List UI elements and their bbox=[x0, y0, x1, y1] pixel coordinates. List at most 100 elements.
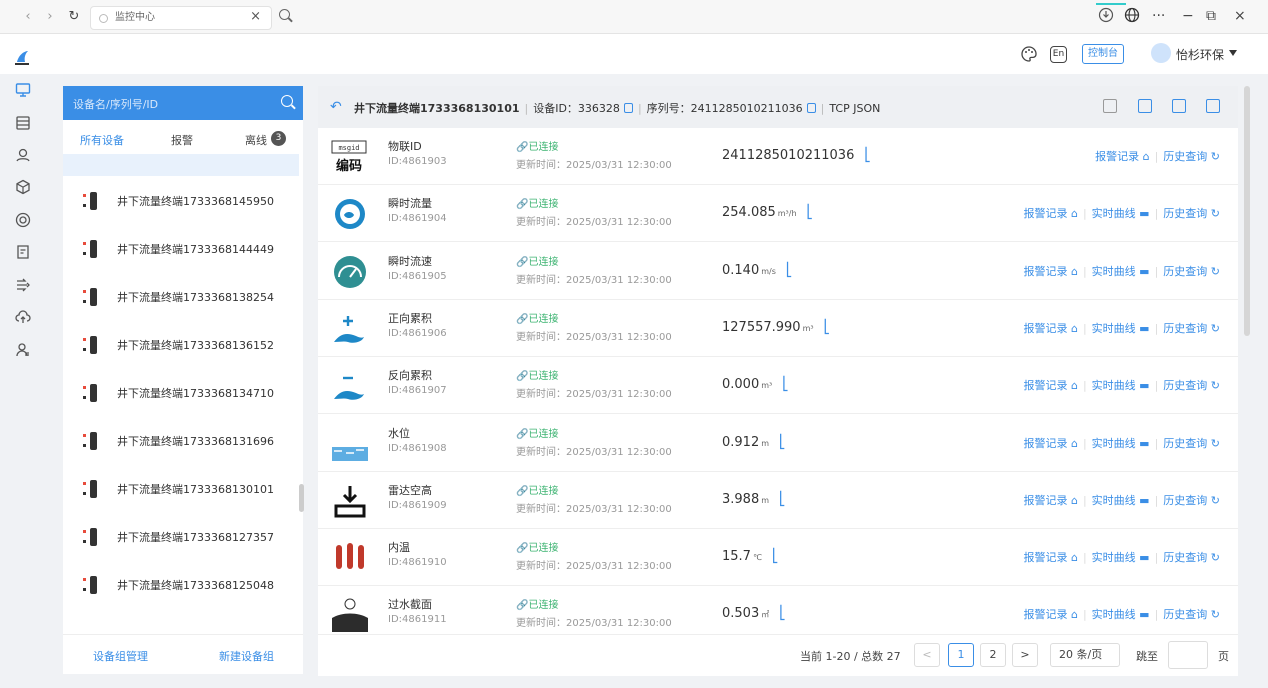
chart-icon[interactable]: ▬ bbox=[1139, 551, 1149, 564]
settings-panel-icon[interactable] bbox=[1172, 99, 1186, 113]
history-icon[interactable]: ↻ bbox=[1211, 437, 1220, 450]
device-list-scrollbar[interactable] bbox=[299, 484, 304, 512]
device-list-item[interactable]: 井下流量终端1733368144449 bbox=[63, 236, 299, 266]
device-list-item[interactable]: 井下流量终端1733368127357 bbox=[63, 524, 299, 554]
alarm-bell-icon[interactable]: ⌂ bbox=[1071, 437, 1078, 450]
cube-icon[interactable] bbox=[15, 179, 31, 195]
prev-page-button[interactable]: < bbox=[914, 643, 940, 667]
more-menu-icon[interactable]: ··· bbox=[1152, 8, 1165, 24]
palette-icon[interactable] bbox=[1020, 45, 1038, 63]
history-icon[interactable]: ↻ bbox=[1211, 494, 1220, 507]
realtime-curve-link[interactable]: 实时曲线 bbox=[1092, 551, 1136, 564]
alarm-bell-icon[interactable]: ⌂ bbox=[1143, 150, 1150, 163]
monitor-icon[interactable] bbox=[15, 82, 31, 98]
alarm-icon[interactable] bbox=[15, 212, 31, 228]
device-list-item[interactable]: 井下流量终端1733368145950 bbox=[63, 188, 299, 218]
cloud-upload-icon[interactable] bbox=[15, 309, 31, 325]
back-arrow-icon[interactable]: ‹ bbox=[20, 9, 36, 25]
alarm-record-link[interactable]: 报警记录 bbox=[1023, 322, 1067, 335]
edit-value-icon[interactable]: ⎣ bbox=[779, 492, 786, 507]
history-icon[interactable]: ↻ bbox=[1211, 608, 1220, 621]
chart-icon[interactable]: ▬ bbox=[1139, 379, 1149, 392]
history-query-link[interactable]: 历史查询 bbox=[1163, 437, 1207, 450]
device-list-item[interactable]: 井下流量终端1733368136152 bbox=[63, 332, 299, 362]
history-query-link[interactable]: 历史查询 bbox=[1163, 322, 1207, 335]
group-manage-button[interactable]: 设备组管理 bbox=[93, 648, 148, 664]
realtime-curve-link[interactable]: 实时曲线 bbox=[1092, 265, 1136, 278]
realtime-curve-link[interactable]: 实时曲线 bbox=[1092, 207, 1136, 220]
history-query-link[interactable]: 历史查询 bbox=[1163, 551, 1207, 564]
history-icon[interactable]: ↻ bbox=[1211, 379, 1220, 392]
realtime-curve-link[interactable]: 实时曲线 bbox=[1092, 379, 1136, 392]
alarm-record-link[interactable]: 报警记录 bbox=[1023, 551, 1067, 564]
history-icon[interactable]: ↻ bbox=[1211, 207, 1220, 220]
chart-icon[interactable]: ▬ bbox=[1139, 437, 1149, 450]
copy-icon[interactable] bbox=[623, 103, 633, 113]
history-query-link[interactable]: 历史查询 bbox=[1163, 379, 1207, 392]
tab-alarm[interactable]: 报警 bbox=[171, 132, 193, 148]
realtime-curve-link[interactable]: 实时曲线 bbox=[1092, 494, 1136, 507]
page-2-button[interactable]: 2 bbox=[980, 643, 1006, 667]
close-tab-icon[interactable]: × bbox=[250, 9, 261, 24]
search-icon[interactable] bbox=[281, 95, 293, 107]
tab-offline[interactable]: 离线 bbox=[245, 132, 267, 148]
refresh-icon[interactable]: ↻ bbox=[66, 9, 82, 25]
page-1-button[interactable]: 1 bbox=[948, 643, 974, 667]
alarm-bell-icon[interactable]: ⌂ bbox=[1071, 322, 1078, 335]
flow-route-icon[interactable] bbox=[15, 277, 31, 293]
chart-icon[interactable]: ▬ bbox=[1139, 608, 1149, 621]
close-window-icon[interactable]: × bbox=[1234, 8, 1246, 24]
edit-value-icon[interactable]: ⎣ bbox=[786, 263, 793, 278]
alarm-record-link[interactable]: 报警记录 bbox=[1023, 494, 1067, 507]
edit-value-icon[interactable]: ⎣ bbox=[779, 606, 786, 621]
tab-all-devices[interactable]: 所有设备 bbox=[80, 132, 124, 148]
chart-icon[interactable]: ▬ bbox=[1139, 265, 1149, 278]
report-icon[interactable] bbox=[15, 244, 31, 260]
realtime-curve-link[interactable]: 实时曲线 bbox=[1092, 322, 1136, 335]
alarm-bell-icon[interactable]: ⌂ bbox=[1071, 494, 1078, 507]
chart-icon[interactable]: ▬ bbox=[1139, 322, 1149, 335]
download-icon[interactable] bbox=[1098, 7, 1114, 23]
next-page-button[interactable]: > bbox=[1012, 643, 1038, 667]
alarm-record-link[interactable]: 报警记录 bbox=[1023, 437, 1067, 450]
history-query-link[interactable]: 历史查询 bbox=[1163, 265, 1207, 278]
device-search-box[interactable]: 设备名/序列号/ID bbox=[63, 86, 303, 120]
edit-value-icon[interactable]: ⎣ bbox=[824, 320, 831, 335]
device-list-item[interactable]: 井下流量终端1733368130101 bbox=[63, 476, 299, 506]
location-icon[interactable] bbox=[15, 147, 31, 163]
copy-icon[interactable] bbox=[806, 103, 816, 113]
alarm-bell-icon[interactable]: ⌂ bbox=[1071, 608, 1078, 621]
alarm-record-link[interactable]: 报警记录 bbox=[1023, 265, 1067, 278]
restore-icon[interactable]: ⧉ bbox=[1206, 8, 1216, 24]
user-manage-icon[interactable] bbox=[15, 342, 31, 358]
language-toggle[interactable]: En bbox=[1050, 46, 1067, 63]
history-icon[interactable]: ↻ bbox=[1211, 150, 1220, 163]
console-button[interactable]: 控制台 bbox=[1082, 44, 1124, 64]
browser-tab[interactable]: 监控中心 × bbox=[90, 6, 272, 30]
chevron-down-icon[interactable] bbox=[1229, 50, 1237, 56]
edit-value-icon[interactable]: ⎣ bbox=[864, 148, 871, 163]
edit-value-icon[interactable]: ⎣ bbox=[807, 205, 814, 220]
selected-device-row[interactable] bbox=[63, 154, 299, 176]
edit-value-icon[interactable]: ⎣ bbox=[782, 377, 789, 392]
alarm-bell-icon[interactable]: ⌂ bbox=[1071, 207, 1078, 220]
history-query-link[interactable]: 历史查询 bbox=[1163, 608, 1207, 621]
alarm-record-link[interactable]: 报警记录 bbox=[1023, 379, 1067, 392]
minimize-icon[interactable]: − bbox=[1182, 8, 1194, 24]
search-icon[interactable] bbox=[279, 9, 290, 20]
chart-icon[interactable]: ▬ bbox=[1139, 207, 1149, 220]
alarm-record-link[interactable]: 报警记录 bbox=[1095, 150, 1139, 163]
realtime-curve-link[interactable]: 实时曲线 bbox=[1092, 437, 1136, 450]
alarm-record-link[interactable]: 报警记录 bbox=[1023, 207, 1067, 220]
edit-icon[interactable] bbox=[1138, 99, 1152, 113]
jump-page-input[interactable] bbox=[1168, 641, 1208, 669]
alarm-bell-icon[interactable]: ⌂ bbox=[1071, 379, 1078, 392]
history-query-link[interactable]: 历史查询 bbox=[1163, 207, 1207, 220]
device-list-item[interactable]: 井下流量终端1733368138254 bbox=[63, 284, 299, 314]
history-query-link[interactable]: 历史查询 bbox=[1163, 494, 1207, 507]
forward-arrow-icon[interactable]: › bbox=[42, 9, 58, 25]
main-scrollbar[interactable] bbox=[1244, 86, 1250, 336]
device-list-item[interactable]: 井下流量终端1733368125048 bbox=[63, 572, 299, 602]
alarm-bell-icon[interactable]: ⌂ bbox=[1071, 551, 1078, 564]
history-icon[interactable]: ↻ bbox=[1211, 265, 1220, 278]
